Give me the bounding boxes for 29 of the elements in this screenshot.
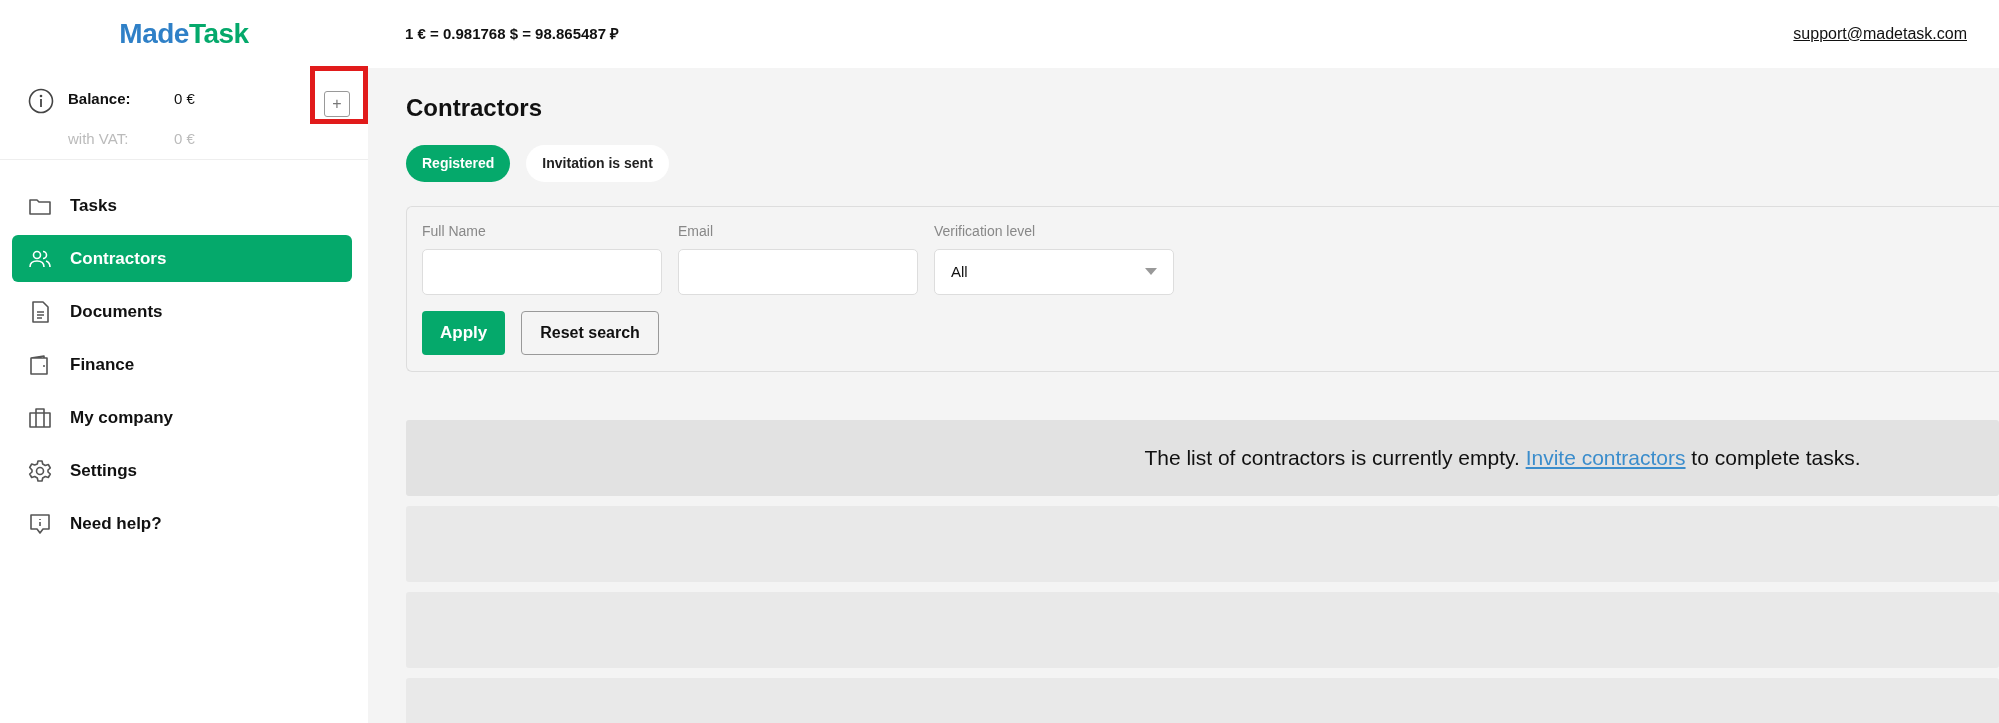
sidebar-item[interactable]: Finance — [12, 341, 352, 388]
exchange-rates: 1 € = 0.981768 $ = 98.865487 ₽ — [405, 23, 620, 44]
select-field[interactable]: All — [934, 248, 1174, 295]
page-title: Contractors — [406, 94, 544, 123]
sidebar-item[interactable]: Tasks — [12, 182, 352, 229]
input-field[interactable] — [422, 248, 662, 295]
sidebar-item[interactable]: Need help? — [12, 500, 352, 547]
empty-state-message: The list of contractors is currently empty. Invite contractors to complete tasks. — [1144, 445, 1861, 472]
vat-value: 0 € — [174, 128, 195, 149]
balance-label: Balance: — [68, 89, 132, 109]
input-field[interactable] — [678, 248, 918, 295]
info-icon[interactable] — [28, 88, 54, 114]
support-email-link[interactable]: support@madetask.com — [1793, 22, 1967, 46]
dropdown-caret-icon — [1145, 268, 1157, 276]
gear-icon — [28, 458, 52, 483]
vat-label: with VAT: — [68, 128, 130, 149]
logo: MadeTask — [119, 17, 249, 51]
help-icon — [28, 511, 52, 536]
field-label: Full Name — [422, 221, 487, 241]
sidebar-item[interactable]: Documents — [12, 288, 352, 335]
sidebar-item[interactable]: My company — [12, 394, 352, 441]
reset-search-button[interactable]: Reset search — [521, 310, 659, 355]
briefcase-icon — [28, 405, 52, 430]
sidebar-item[interactable]: Settings — [12, 447, 352, 494]
field-label: Email — [678, 221, 714, 241]
field-label: Verification level — [934, 221, 1037, 241]
filter-tab[interactable]: Invitation is sent — [526, 144, 669, 182]
balance-value: 0 € — [174, 89, 195, 109]
add-funds-button[interactable]: + — [324, 91, 350, 117]
